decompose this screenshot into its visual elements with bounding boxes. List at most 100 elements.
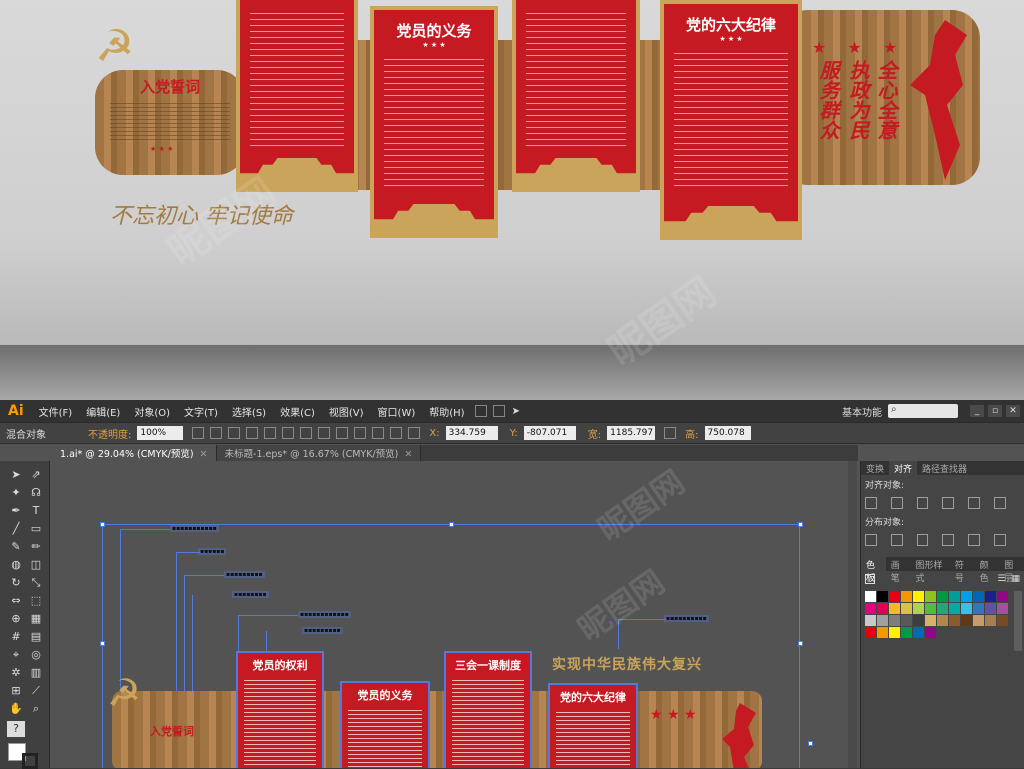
recolor-icon[interactable]: [192, 427, 205, 439]
blob-brush-icon[interactable]: ◍: [7, 557, 25, 573]
align-right-icon[interactable]: [246, 427, 259, 439]
search-input[interactable]: ⌕: [888, 404, 958, 418]
tab-transform[interactable]: 变换: [861, 461, 889, 475]
mesh-tool-icon[interactable]: #: [7, 629, 25, 645]
color-swatch[interactable]: [889, 615, 900, 626]
tab-pathfinder[interactable]: 路径查找器: [917, 461, 972, 475]
distribute-bottom-icon[interactable]: [916, 534, 929, 546]
eraser-icon[interactable]: ◫: [27, 557, 45, 573]
distribute-bottom-icon[interactable]: [354, 427, 367, 439]
rectangle-tool-icon[interactable]: ▭: [27, 521, 45, 537]
graph-tool-icon[interactable]: ▥: [27, 665, 45, 681]
color-swatch[interactable]: [925, 615, 936, 626]
color-swatch[interactable]: [865, 615, 876, 626]
scale-tool-icon[interactable]: ⤡: [27, 575, 45, 591]
height-field[interactable]: 750.078: [704, 426, 751, 440]
selection-handle[interactable]: [798, 522, 803, 527]
color-swatch[interactable]: [913, 627, 924, 638]
selection-handle[interactable]: [798, 641, 803, 646]
color-swatch[interactable]: [973, 615, 984, 626]
free-transform-icon[interactable]: ⬚: [27, 593, 45, 609]
color-swatch[interactable]: [949, 591, 960, 602]
direct-selection-tool-icon[interactable]: ⇗: [27, 467, 45, 483]
swatch-none-icon[interactable]: [865, 574, 875, 584]
distribute-top-icon[interactable]: [865, 534, 877, 546]
color-swatch[interactable]: [865, 627, 876, 638]
color-swatch[interactable]: [925, 603, 936, 614]
sync-icon[interactable]: ➤: [512, 406, 520, 417]
menu-type[interactable]: 文字(T): [177, 404, 225, 419]
eyedropper-icon[interactable]: ⌖: [7, 647, 25, 663]
stroke-swatch[interactable]: [22, 753, 38, 769]
align-top-icon[interactable]: [942, 497, 955, 509]
tab-graphic-styles[interactable]: 图形样式: [910, 557, 949, 584]
align-left-icon[interactable]: [865, 497, 877, 509]
align-bottom-icon[interactable]: [994, 497, 1006, 509]
pencil-icon[interactable]: ✏: [27, 539, 45, 555]
color-swatch[interactable]: [961, 615, 972, 626]
color-swatch[interactable]: [913, 615, 924, 626]
perspective-grid-icon[interactable]: ▦: [27, 611, 45, 627]
color-swatch[interactable]: [865, 603, 876, 614]
close-button[interactable]: ✕: [1006, 405, 1020, 417]
color-swatch[interactable]: [901, 627, 912, 638]
align-hcenter-icon[interactable]: [890, 497, 903, 509]
color-swatch[interactable]: [877, 615, 888, 626]
canvas-panel-obligations[interactable]: 党员的义务: [340, 681, 430, 768]
help-icon[interactable]: ?: [7, 721, 25, 737]
doc-tab-2[interactable]: 未标题-1.eps* @ 16.67% (CMYK/预览) ✕: [216, 445, 422, 461]
slice-tool-icon[interactable]: ⟋: [27, 683, 45, 699]
tab-symbols[interactable]: 符号: [950, 557, 975, 584]
minimize-button[interactable]: _: [970, 405, 984, 417]
gradient-tool-icon[interactable]: ▤: [27, 629, 45, 645]
align-left-icon[interactable]: [210, 427, 223, 439]
color-swatch[interactable]: [949, 603, 960, 614]
color-swatch[interactable]: [877, 627, 888, 638]
color-swatch[interactable]: [889, 591, 900, 602]
selection-handle[interactable]: [100, 522, 105, 527]
bridge-icon[interactable]: [474, 405, 487, 417]
color-swatch[interactable]: [889, 627, 900, 638]
color-swatch[interactable]: [961, 603, 972, 614]
grid-view-icon[interactable]: ▦: [1011, 574, 1020, 584]
hand-tool-icon[interactable]: ✋: [7, 701, 25, 717]
align-right-icon[interactable]: [916, 497, 929, 509]
selection-handle[interactable]: [449, 522, 454, 527]
color-swatch[interactable]: [961, 591, 972, 602]
restore-button[interactable]: ▫: [988, 405, 1002, 417]
align-top-icon[interactable]: [264, 427, 277, 439]
color-swatch[interactable]: [997, 591, 1008, 602]
distribute-hcenter-icon[interactable]: [968, 534, 981, 546]
color-swatch[interactable]: [913, 591, 924, 602]
menu-select[interactable]: 选择(S): [225, 404, 273, 419]
artboard-canvas[interactable]: ▪▪▪▪▪▪▪▪▪▪▪ ▪▪▪▪▪▪ ▪▪▪▪▪▪▪▪▪ ▪▪▪▪▪▪▪▪ ▪▪…: [52, 461, 858, 768]
opacity-field[interactable]: 100%: [137, 426, 184, 440]
distribute-middle-icon[interactable]: [336, 427, 349, 439]
zoom-tool-icon[interactable]: ⌕: [27, 701, 45, 717]
lasso-icon[interactable]: ☊: [27, 485, 45, 501]
link-proportions-icon[interactable]: [664, 427, 677, 439]
color-swatch[interactable]: [865, 591, 876, 602]
type-tool-icon[interactable]: T: [27, 503, 45, 519]
opacity-label[interactable]: 不透明度:: [82, 426, 137, 441]
y-field[interactable]: -807.071: [523, 426, 576, 440]
menu-window[interactable]: 窗口(W): [371, 404, 423, 419]
paintbrush-icon[interactable]: ✎: [7, 539, 25, 555]
color-swatch[interactable]: [949, 615, 960, 626]
distribute-center-icon[interactable]: [390, 427, 403, 439]
distribute-top-icon[interactable]: [318, 427, 331, 439]
tab-swatches[interactable]: 色板: [861, 557, 886, 584]
workspace-switcher[interactable]: 基本功能: [836, 404, 888, 419]
shape-builder-icon[interactable]: ⊕: [7, 611, 25, 627]
tab-brushes[interactable]: 画笔: [886, 557, 911, 584]
selection-handle[interactable]: [100, 641, 105, 646]
canvas-panel-meeting[interactable]: 三会一课制度: [444, 651, 532, 768]
tab-align[interactable]: 对齐: [889, 461, 918, 475]
menu-help[interactable]: 帮助(H): [422, 404, 471, 419]
line-tool-icon[interactable]: ╱: [7, 521, 25, 537]
color-swatch[interactable]: [985, 603, 996, 614]
color-swatch[interactable]: [985, 591, 996, 602]
color-swatch[interactable]: [913, 603, 924, 614]
canvas-panel-rights[interactable]: 党员的权利: [236, 651, 324, 768]
color-swatch[interactable]: [925, 591, 936, 602]
